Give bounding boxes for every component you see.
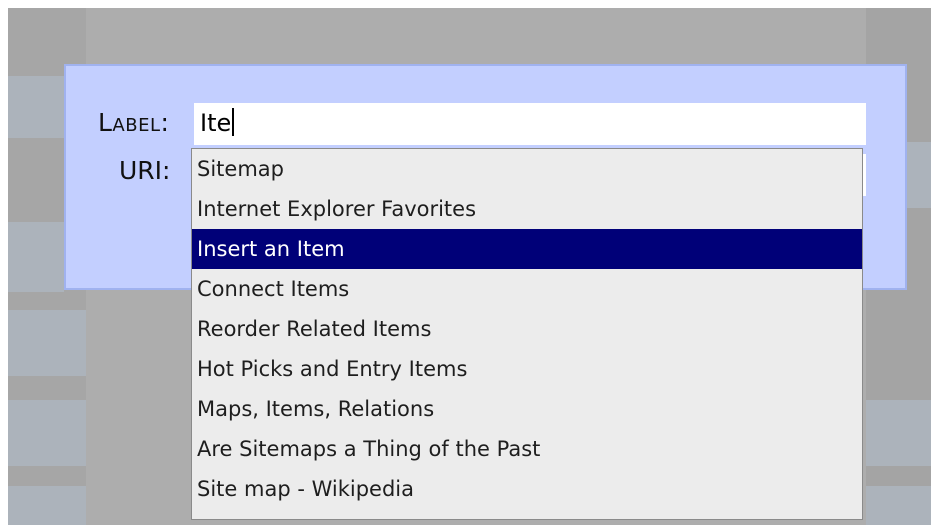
- background-tile: [866, 400, 931, 466]
- autocomplete-item[interactable]: Site map - Wikipedia: [192, 469, 862, 509]
- background-tile: [8, 486, 86, 525]
- background-tile: [8, 400, 86, 466]
- autocomplete-item[interactable]: Are Sitemaps a Thing of the Past: [192, 429, 862, 469]
- text-caret: [232, 108, 235, 136]
- label-input-value: Ite: [200, 108, 235, 137]
- autocomplete-item[interactable]: Connect Items: [192, 269, 862, 309]
- autocomplete-item[interactable]: Hot Picks and Entry Items: [192, 349, 862, 389]
- background-tile: [866, 486, 931, 525]
- background-tile: [8, 222, 64, 292]
- autocomplete-item[interactable]: Sitemap: [192, 149, 862, 189]
- label-input-text: Ite: [200, 109, 232, 137]
- label-input[interactable]: Ite: [194, 103, 866, 145]
- application-background: Label: Ite URI: Sitemap Internet Explore…: [8, 8, 931, 525]
- autocomplete-item[interactable]: Reorder Related Items: [192, 309, 862, 349]
- background-tile: [907, 142, 931, 208]
- autocomplete-dropdown[interactable]: Sitemap Internet Explorer Favorites Inse…: [191, 148, 863, 520]
- uri-caption: URI:: [119, 156, 171, 185]
- autocomplete-item-selected[interactable]: Insert an Item: [192, 229, 862, 269]
- label-caption: Label:: [98, 108, 170, 137]
- background-tile: [8, 76, 64, 138]
- autocomplete-item[interactable]: Internet Explorer Favorites: [192, 189, 862, 229]
- autocomplete-item[interactable]: Maps, Items, Relations: [192, 389, 862, 429]
- background-tile: [8, 310, 86, 376]
